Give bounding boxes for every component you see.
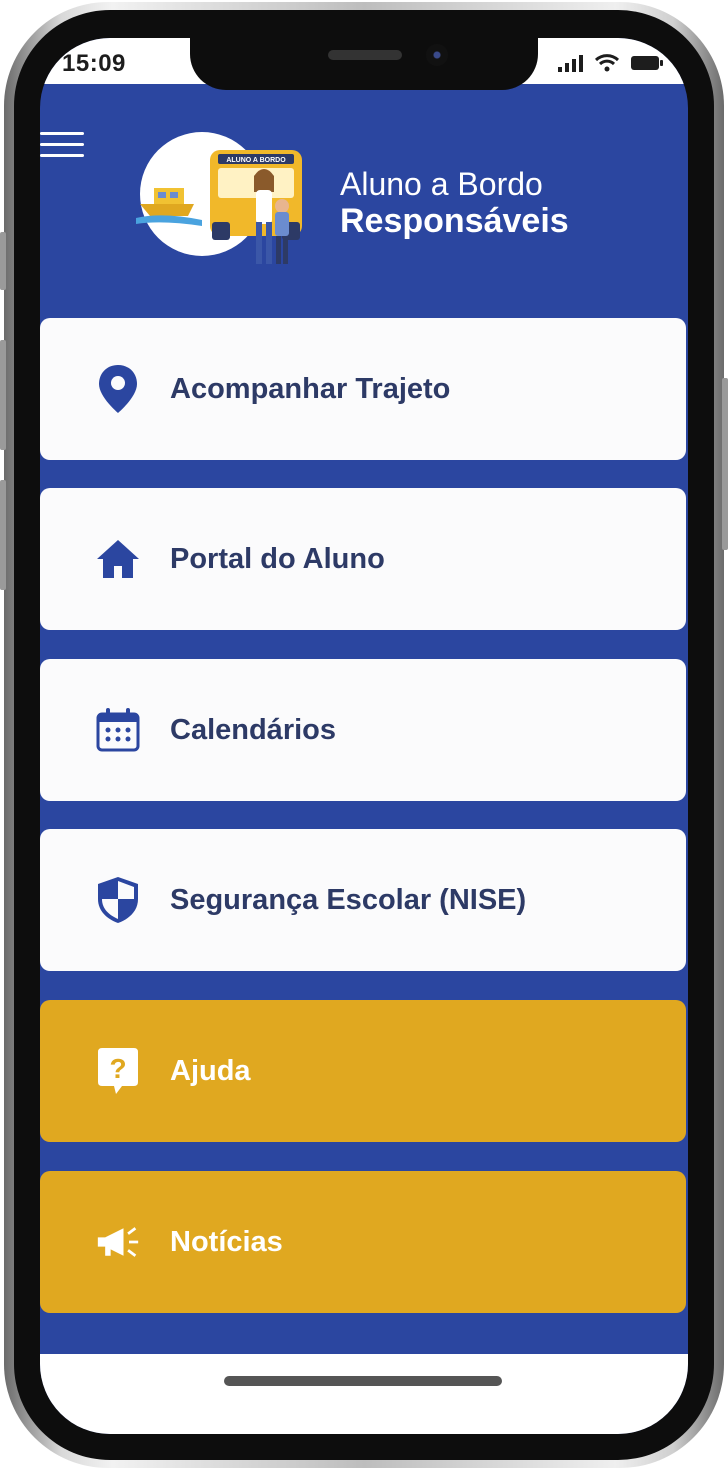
megaphone-icon — [96, 1220, 140, 1264]
power-button — [722, 378, 728, 550]
front-camera — [426, 44, 448, 66]
speaker-grille — [328, 50, 402, 60]
app-screen: 15:09 ALUNO A BORDO Aluno a Bordo Respon… — [40, 38, 688, 1434]
app-logo-illustration: ALUNO A BORDO — [136, 132, 302, 264]
menu-item-label: Ajuda — [170, 1054, 251, 1087]
volume-up-button — [0, 340, 6, 450]
menu-item-portal-do-aluno[interactable]: Portal do Aluno — [40, 488, 686, 630]
menu-item-label: Portal do Aluno — [170, 542, 385, 575]
menu-line-icon — [40, 154, 84, 157]
menu-line-icon — [40, 132, 84, 135]
menu-item-label: Acompanhar Trajeto — [170, 372, 451, 405]
app-title: Aluno a Bordo — [340, 166, 543, 202]
map-pin-icon — [96, 365, 140, 413]
silent-switch — [0, 232, 6, 290]
menu-item-label: Calendários — [170, 713, 336, 746]
menu-item-ajuda[interactable]: ? Ajuda — [40, 1000, 686, 1142]
home-icon — [96, 537, 140, 581]
help-icon: ? — [96, 1048, 140, 1094]
menu-item-seguranca-escolar[interactable]: Segurança Escolar (NISE) — [40, 829, 686, 971]
menu-item-acompanhar-trajeto[interactable]: Acompanhar Trajeto — [40, 318, 686, 460]
signal-icon — [558, 55, 583, 72]
svg-text:?: ? — [109, 1053, 126, 1084]
menu-item-label: Segurança Escolar (NISE) — [170, 883, 527, 916]
battery-icon — [631, 56, 663, 70]
wifi-icon — [594, 54, 620, 72]
menu-line-icon — [40, 143, 84, 146]
shield-icon — [96, 877, 140, 923]
menu-item-label: Notícias — [170, 1225, 283, 1258]
app-header: ALUNO A BORDO Aluno a Bordo Responsáveis — [40, 84, 688, 318]
calendar-icon — [96, 708, 140, 752]
home-indicator[interactable] — [224, 1376, 502, 1386]
status-icons — [558, 54, 664, 72]
bus-sign-text: ALUNO A BORDO — [226, 157, 286, 164]
menu-item-calendarios[interactable]: Calendários — [40, 659, 686, 801]
notch — [190, 38, 538, 90]
app-subtitle: Responsáveis — [340, 202, 569, 240]
menu-item-noticias[interactable]: Notícias — [40, 1171, 686, 1313]
hamburger-menu-button[interactable] — [40, 132, 84, 162]
bottom-safe-area — [40, 1354, 688, 1434]
status-time: 15:09 — [62, 50, 126, 77]
volume-down-button — [0, 480, 6, 590]
